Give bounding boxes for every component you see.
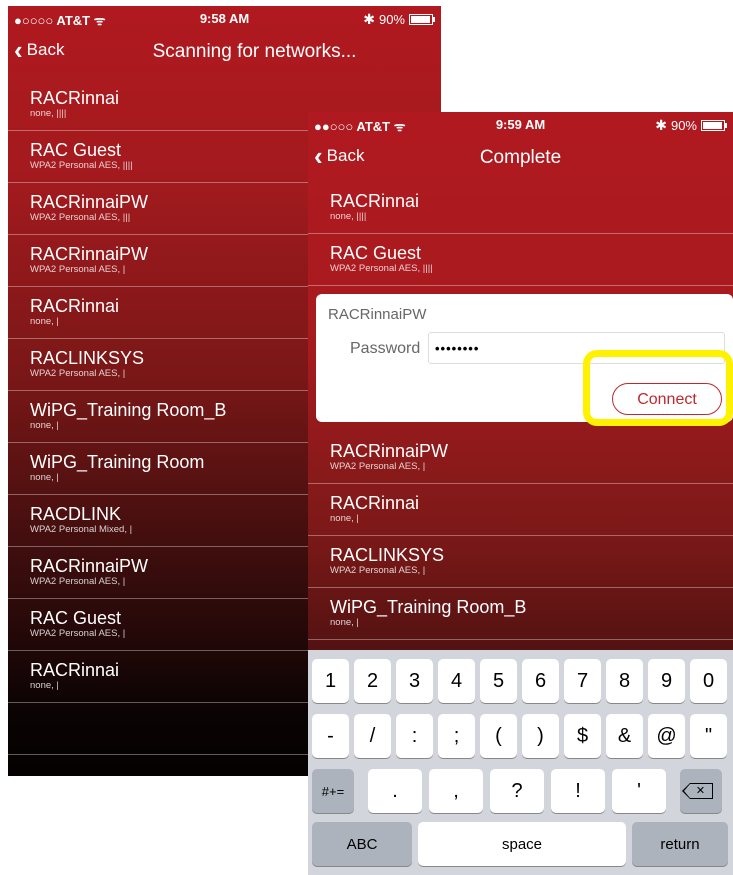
network-list-top: RACRinnai none, |||| RAC Guest WPA2 Persona… <box>308 182 733 286</box>
network-row[interactable]: RACLINKSYS WPA2 Personal AES, | <box>308 536 733 588</box>
network-security: WPA2 Personal AES, | <box>330 565 426 576</box>
network-security: none, | <box>330 513 359 524</box>
keyboard-key[interactable]: - <box>312 714 349 758</box>
network-row[interactable]: RACRinnai none, | <box>308 484 733 536</box>
network-ssid: RACLINKSYS <box>330 545 445 565</box>
keyboard-key[interactable]: 9 <box>648 659 685 703</box>
keyboard-key[interactable]: ) <box>522 714 559 758</box>
keyboard-key[interactable]: 3 <box>396 659 433 703</box>
keyboard-key[interactable]: @ <box>648 714 685 758</box>
status-bar: ●●○○○ AT&T ᯤ 9:59 AM ✱ 90% <box>308 112 733 138</box>
battery-percent: 90% <box>378 12 405 27</box>
keyboard-row-bottom: ABC space return <box>312 822 733 866</box>
symbols-mode-key[interactable]: #+= <box>312 769 354 813</box>
network-ssid: WiPG_Training Room_B <box>330 597 527 617</box>
battery-icon <box>701 120 727 131</box>
backspace-icon: ✕ <box>681 782 713 799</box>
keyboard-key[interactable]: : <box>396 714 433 758</box>
backspace-key[interactable]: ✕ <box>680 769 722 813</box>
keyboard-key[interactable]: ( <box>480 714 517 758</box>
network-ssid: RACRinnaiPW <box>330 441 449 461</box>
punctuation-keys: .,?! ' <box>368 769 666 813</box>
keyboard-row-punctuation: #+= .,?! ' ✕ <box>312 769 733 813</box>
network-ssid: RACRinnai <box>330 493 420 513</box>
keyboard-key[interactable]: 1 <box>312 659 349 703</box>
keyboard-key[interactable]: ? <box>490 769 544 813</box>
nav-bar: ‹ Back Complete <box>308 138 733 178</box>
network-security: WPA2 Personal AES, | <box>330 461 426 472</box>
nav-bar: ‹ Back Scanning for networks... <box>8 32 441 72</box>
network-ssid: RAC Guest <box>330 243 422 263</box>
network-security: none, |||| <box>330 211 367 222</box>
network-row[interactable]: RAC Guest WPA2 Personal AES, |||| <box>308 234 733 286</box>
keyboard-key[interactable]: " <box>690 714 727 758</box>
keyboard-row-digits: 1234567890 <box>312 659 733 703</box>
password-input[interactable]: •••••••• <box>428 332 725 364</box>
keyboard-row-symbols: - /:;() $ & @ " <box>312 714 733 758</box>
keyboard-key[interactable]: 7 <box>564 659 601 703</box>
network-row[interactable]: RACRinnai none, |||| <box>308 182 733 234</box>
battery-icon <box>409 14 435 25</box>
keyboard-key[interactable]: / <box>354 714 391 758</box>
page-title: Complete <box>479 147 562 168</box>
network-security: none, | <box>330 617 359 628</box>
selected-network-name: RACRinnaiPW <box>328 306 427 323</box>
network-security: WPA2 Personal AES, |||| <box>330 263 433 274</box>
bluetooth-icon: ✱ <box>655 117 667 133</box>
keyboard-key[interactable]: 8 <box>606 659 643 703</box>
keyboard-key[interactable]: 4 <box>438 659 475 703</box>
return-key[interactable]: return <box>632 822 728 866</box>
network-ssid: RACRinnai <box>30 88 120 108</box>
keyboard-key[interactable]: 0 <box>690 659 727 703</box>
numeric-keyboard: 1234567890 - /:;() $ & @ " #+= .,?! ' ✕ ABC sp… <box>308 650 733 875</box>
battery-indicator: ✱ 90% <box>363 11 435 28</box>
keyboard-key[interactable]: ; <box>438 714 475 758</box>
battery-percent: 90% <box>670 118 697 133</box>
keyboard-key[interactable]: 6 <box>522 659 559 703</box>
keyboard-key[interactable]: 2 <box>354 659 391 703</box>
status-bar: ●○○○○ AT&T ᯤ 9:58 AM ✱ 90% <box>8 6 441 32</box>
space-key[interactable]: space <box>418 822 626 866</box>
complete-screen: ●●○○○ AT&T ᯤ 9:59 AM ✱ 90% ‹ Back Comple… <box>308 112 733 875</box>
keyboard-key[interactable]: $ <box>564 714 601 758</box>
keyboard-key[interactable]: ' <box>612 769 666 813</box>
network-list-bottom: RACRinnaiPW WPA2 Personal AES, | RACRinnai… <box>308 432 733 640</box>
bluetooth-icon: ✱ <box>363 11 375 27</box>
network-row[interactable]: RACRinnaiPW WPA2 Personal AES, | <box>308 432 733 484</box>
network-ssid: RACRinnai <box>330 191 420 211</box>
password-label: Password <box>350 340 421 357</box>
keyboard-key[interactable]: 5 <box>480 659 517 703</box>
connect-button[interactable]: Connect <box>612 383 722 415</box>
abc-key[interactable]: ABC <box>312 822 412 866</box>
network-row[interactable]: WiPG_Training Room_B none, | <box>308 588 733 640</box>
page-title: Scanning for networks... <box>152 41 357 62</box>
battery-indicator: ✱ 90% <box>655 117 727 134</box>
connect-card: RACRinnaiPW Password •••••••• Connect <box>316 294 733 422</box>
keyboard-key[interactable]: , <box>429 769 483 813</box>
keyboard-key[interactable]: ! <box>551 769 605 813</box>
keyboard-key[interactable]: & <box>606 714 643 758</box>
keyboard-key[interactable]: . <box>368 769 422 813</box>
